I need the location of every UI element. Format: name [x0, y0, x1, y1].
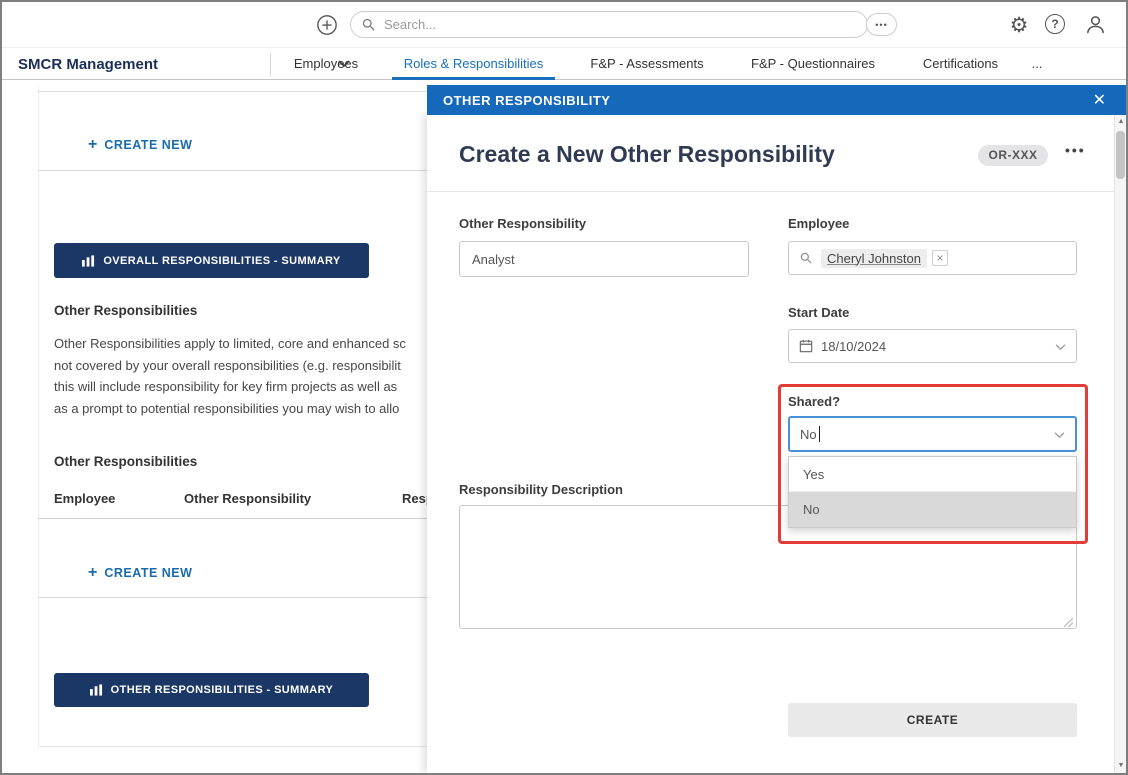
start-date-value: 18/10/2024: [821, 339, 886, 354]
app-title: SMCR Management: [18, 56, 158, 73]
paragraph-line: this will include responsibility for key…: [54, 376, 430, 398]
person-icon: [1084, 13, 1107, 36]
paragraph-line: Other Responsibilities apply to limited,…: [54, 333, 430, 355]
shared-dropdown-list: Yes No: [788, 456, 1077, 528]
column-header-other-responsibility: Other Responsibility: [184, 491, 311, 506]
dropdown-option-no[interactable]: No: [789, 492, 1076, 527]
topbar: ••• ⚙ ?: [2, 2, 1126, 47]
summary-button-label: OTHER RESPONSIBILITIES - SUMMARY: [111, 684, 334, 696]
chip-remove-icon[interactable]: ×: [932, 250, 948, 266]
text-cursor: [819, 426, 820, 442]
tab-fp-questionnaires[interactable]: F&P - Questionnaires: [751, 48, 874, 80]
dropdown-option-yes[interactable]: Yes: [789, 457, 1076, 492]
paragraph-line: as a prompt to potential responsibilitie…: [54, 398, 430, 420]
other-responsibility-input[interactable]: [459, 241, 749, 277]
more-options-button[interactable]: •••: [1065, 142, 1086, 158]
search-input[interactable]: [384, 17, 857, 32]
search-icon: [361, 17, 376, 32]
chevron-down-icon: [1054, 432, 1065, 439]
plus-icon: +: [88, 566, 97, 580]
help-icon[interactable]: ?: [1045, 14, 1065, 34]
overall-responsibilities-summary-button[interactable]: OVERALL RESPONSIBILITIES - SUMMARY: [54, 243, 369, 278]
create-other-responsibility-panel: Create a New Other Responsibility OR-XXX…: [427, 115, 1117, 773]
app-window: ••• ⚙ ? SMCR Management Employees Roles …: [0, 0, 1128, 775]
panel-header-title: OTHER RESPONSIBILITY: [443, 93, 1093, 108]
chevron-down-icon: [1055, 344, 1066, 351]
create-new-link-top[interactable]: + CREATE NEW: [88, 138, 192, 152]
tab-fp-assessments[interactable]: F&P - Assessments: [590, 48, 704, 80]
tab-certifications[interactable]: Certifications: [921, 48, 1000, 80]
paragraph-line: not covered by your overall responsibili…: [54, 355, 430, 377]
resize-grip-icon[interactable]: [1063, 615, 1075, 627]
quick-add-button[interactable]: [315, 13, 339, 37]
create-new-label: CREATE NEW: [104, 138, 192, 152]
employee-select[interactable]: Cheryl Johnston ×: [788, 241, 1077, 275]
card-left-border: [38, 86, 39, 746]
bar-chart-icon: [82, 255, 95, 267]
start-date-label: Start Date: [788, 305, 849, 320]
panel-header: OTHER RESPONSIBILITY ✕: [427, 85, 1126, 115]
column-header-employee: Employee: [54, 491, 115, 506]
create-new-link-bottom[interactable]: + CREATE NEW: [88, 566, 192, 580]
other-responsibility-label: Other Responsibility: [459, 216, 586, 231]
create-button[interactable]: CREATE: [788, 703, 1077, 737]
shared-combobox[interactable]: No: [788, 416, 1077, 452]
tab-roles-responsibilities[interactable]: Roles & Responsibilities: [392, 48, 555, 80]
scroll-up-arrow-icon[interactable]: ▲: [1115, 115, 1127, 129]
table-heading: Other Responsibilities: [54, 454, 197, 469]
global-search[interactable]: [350, 11, 868, 38]
employee-chip: Cheryl Johnston: [821, 249, 927, 268]
shared-value: No: [800, 427, 817, 442]
user-profile-icon[interactable]: [1083, 12, 1107, 36]
calendar-icon: [799, 339, 813, 353]
table-header-border: [38, 518, 429, 519]
summary-button-label: OVERALL RESPONSIBILITIES - SUMMARY: [103, 255, 340, 267]
close-icon[interactable]: ✕: [1093, 90, 1106, 110]
divider-line: [38, 91, 429, 92]
divider-line: [38, 170, 429, 171]
start-date-picker[interactable]: 18/10/2024: [788, 329, 1077, 363]
nav-divider: [270, 53, 271, 76]
search-options-button[interactable]: •••: [866, 13, 897, 36]
plus-circle-icon: [316, 14, 338, 36]
scroll-down-arrow-icon[interactable]: ▼: [1115, 759, 1127, 773]
search-icon: [799, 251, 813, 265]
tab-overflow-menu[interactable]: ...: [1024, 48, 1050, 80]
module-navbar: SMCR Management Employees Roles & Respon…: [2, 47, 1126, 80]
section-paragraph: Other Responsibilities apply to limited,…: [54, 333, 430, 423]
other-responsibilities-summary-button[interactable]: OTHER RESPONSIBILITIES - SUMMARY: [54, 673, 369, 707]
card-bottom-border: [38, 746, 429, 747]
shared-label: Shared?: [788, 394, 840, 409]
tab-employees[interactable]: Employees: [292, 48, 360, 80]
section-heading: Other Responsibilities: [54, 303, 197, 318]
create-new-label: CREATE NEW: [104, 566, 192, 580]
vertical-scrollbar[interactable]: ▲ ▼: [1114, 115, 1126, 773]
panel-divider: [427, 191, 1117, 192]
employee-label: Employee: [788, 216, 849, 231]
divider-line: [38, 597, 429, 598]
bar-chart-icon: [90, 684, 103, 696]
plus-icon: +: [88, 138, 97, 152]
responsibility-description-label: Responsibility Description: [459, 482, 623, 497]
record-id-badge: OR-XXX: [978, 145, 1048, 166]
page-title: Create a New Other Responsibility: [459, 141, 835, 168]
scrollbar-thumb[interactable]: [1116, 131, 1125, 179]
settings-gear-icon[interactable]: ⚙: [1007, 13, 1031, 37]
